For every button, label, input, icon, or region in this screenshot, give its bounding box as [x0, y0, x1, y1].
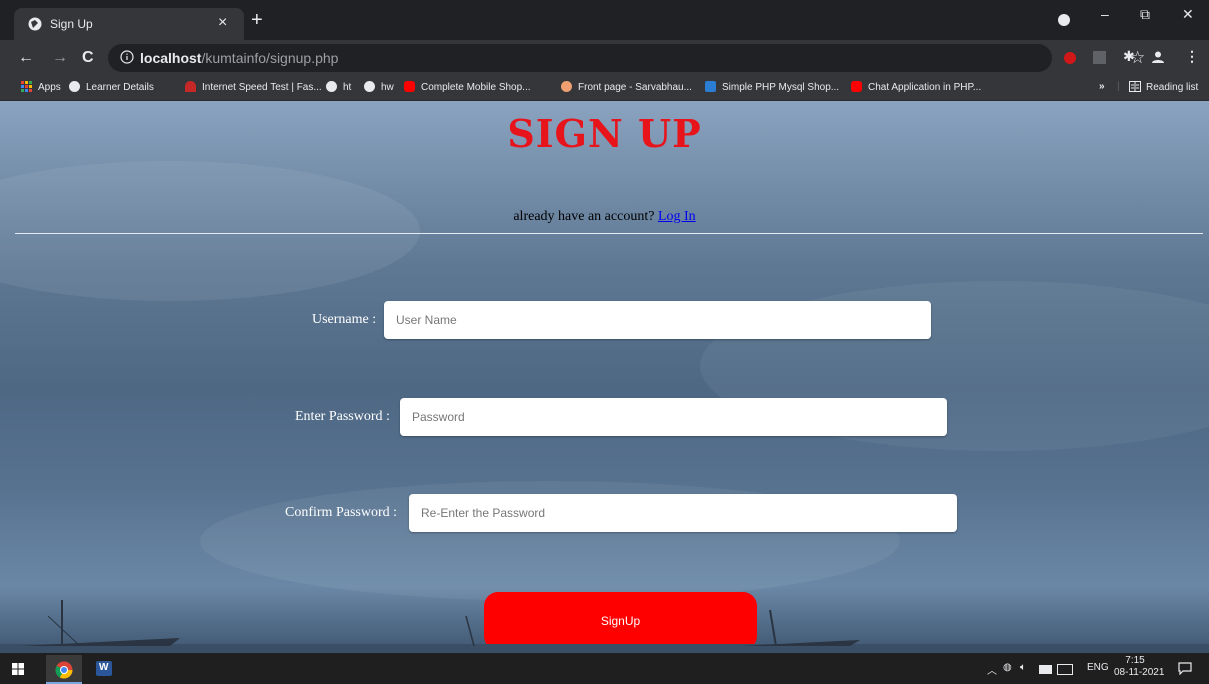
- page-body: SIGN UP already have an account? Log In …: [0, 101, 1209, 653]
- password-label: Enter Password :: [295, 409, 390, 424]
- reload-button[interactable]: C: [82, 48, 94, 68]
- bookmark-mobile-shop[interactable]: Complete Mobile Shop...: [404, 81, 531, 93]
- profile-indicator-icon[interactable]: [1058, 14, 1070, 26]
- windows-start-icon[interactable]: [12, 663, 24, 675]
- bookmark-learner-details[interactable]: Learner Details: [69, 81, 154, 93]
- info-icon[interactable]: [120, 50, 134, 64]
- extension-grey-icon[interactable]: [1093, 51, 1106, 64]
- bookmark-php-shop[interactable]: Simple PHP Mysql Shop...: [705, 81, 839, 93]
- username-input[interactable]: [384, 301, 931, 339]
- battery-icon[interactable]: [1039, 665, 1052, 674]
- bookmark-label: Front page - Sarvabhau...: [578, 82, 692, 93]
- login-prompt: already have an account? Log In: [0, 209, 1209, 225]
- bookmark-hw[interactable]: hw: [364, 81, 394, 93]
- bookmark-label: Complete Mobile Shop...: [421, 82, 531, 93]
- browser-menu-icon[interactable]: ⋮: [1185, 48, 1199, 65]
- forward-button[interactable]: →: [52, 48, 68, 68]
- minimize-button[interactable]: –: [1101, 6, 1109, 22]
- extension-red-icon[interactable]: [1064, 52, 1076, 64]
- word-w-icon: [705, 81, 716, 92]
- chrome-icon: [55, 661, 73, 679]
- tray-overflow-icon[interactable]: ︿: [987, 662, 997, 677]
- globe-icon: [28, 17, 42, 31]
- keyboard-icon[interactable]: [1057, 664, 1073, 675]
- word-taskbar-icon[interactable]: W: [96, 661, 112, 676]
- youtube-icon: [404, 81, 415, 92]
- os-taskbar: W ︿ ◍ 🔈︎ ENG 7:15 08-11-2021: [0, 653, 1209, 684]
- notification-icon[interactable]: [1178, 662, 1192, 675]
- clock[interactable]: 7:15 08-11-2021: [1114, 655, 1164, 679]
- volume-icon[interactable]: 🔈︎: [1020, 662, 1026, 673]
- sky-cloud: [0, 161, 420, 301]
- bookmark-speed-test[interactable]: Internet Speed Test | Fas...: [185, 81, 322, 93]
- profile-avatar-icon[interactable]: [1151, 50, 1165, 64]
- address-url: localhost/kumtainfo/signup.php: [140, 50, 338, 66]
- apps-grid-icon: [21, 81, 32, 92]
- maximize-button[interactable]: ⧉: [1140, 6, 1150, 23]
- bookmark-apps[interactable]: Apps: [21, 81, 61, 93]
- bookmarks-divider: |: [1117, 81, 1120, 92]
- bookmark-label: Internet Speed Test | Fas...: [202, 82, 322, 93]
- bookmark-label: ht: [343, 82, 352, 93]
- page-title: SIGN UP: [507, 111, 702, 156]
- tab-close-icon[interactable]: ×: [218, 14, 227, 32]
- bookmark-label: Learner Details: [86, 82, 154, 93]
- tab-title: Sign Up: [50, 17, 93, 31]
- reading-list-label: Reading list: [1146, 82, 1199, 93]
- browser-tab[interactable]: Sign Up ×: [14, 8, 244, 40]
- confirm-password-input[interactable]: [409, 494, 957, 532]
- bookmark-ht[interactable]: ht: [326, 81, 351, 93]
- confirm-password-label: Confirm Password :: [285, 505, 397, 520]
- bookmark-label: Chat Application in PHP...: [868, 82, 982, 93]
- browser-tab-strip: Sign Up × + – ⧉ ✕: [0, 0, 1209, 40]
- new-tab-button[interactable]: +: [251, 10, 263, 30]
- youtube-icon: [851, 81, 862, 92]
- bookmark-chat-app[interactable]: Chat Application in PHP...: [851, 81, 981, 93]
- password-row: Enter Password :: [0, 398, 1209, 436]
- bookmark-front-page[interactable]: Front page - Sarvabhau...: [561, 81, 692, 93]
- harbor-silhouette: [0, 600, 1209, 653]
- bookmark-label: Simple PHP Mysql Shop...: [722, 82, 840, 93]
- username-row: Username :: [0, 301, 1209, 339]
- globe-icon: [69, 81, 80, 92]
- globe-icon: [326, 81, 337, 92]
- extensions-puzzle-icon[interactable]: ✱: [1123, 48, 1135, 65]
- bookmarks-bar: Apps Learner Details Internet Speed Test…: [0, 76, 1209, 101]
- site-icon: [561, 81, 572, 92]
- bookmark-label: hw: [381, 82, 394, 93]
- speedtest-icon: [185, 81, 196, 92]
- close-window-button[interactable]: ✕: [1182, 6, 1194, 23]
- clock-date: 08-11-2021: [1114, 667, 1165, 678]
- login-link[interactable]: Log In: [658, 209, 696, 224]
- language-indicator[interactable]: ENG: [1087, 662, 1109, 673]
- username-label: Username :: [312, 312, 377, 327]
- divider: [15, 233, 1203, 234]
- bookmarks-overflow-button[interactable]: »: [1099, 81, 1105, 92]
- password-input[interactable]: [400, 398, 947, 436]
- reading-list-icon: [1129, 81, 1141, 92]
- address-path: /kumtainfo/signup.php: [201, 50, 339, 66]
- network-globe-icon[interactable]: ◍: [1003, 662, 1012, 673]
- bookmark-label: Apps: [38, 82, 61, 93]
- globe-icon: [364, 81, 375, 92]
- confirm-password-row: Confirm Password :: [0, 494, 1209, 532]
- browser-toolbar: ← → C localhost/kumtainfo/signup.php ☆ ✱…: [0, 40, 1209, 76]
- clock-time: 7:15: [1125, 655, 1145, 666]
- address-host: localhost: [140, 50, 202, 66]
- login-prompt-text: already have an account?: [513, 209, 655, 224]
- chrome-taskbar-button[interactable]: [46, 655, 82, 684]
- address-bar[interactable]: localhost/kumtainfo/signup.php ☆: [108, 44, 1145, 72]
- reading-list-button[interactable]: Reading list: [1129, 81, 1198, 93]
- back-button[interactable]: ←: [18, 48, 34, 68]
